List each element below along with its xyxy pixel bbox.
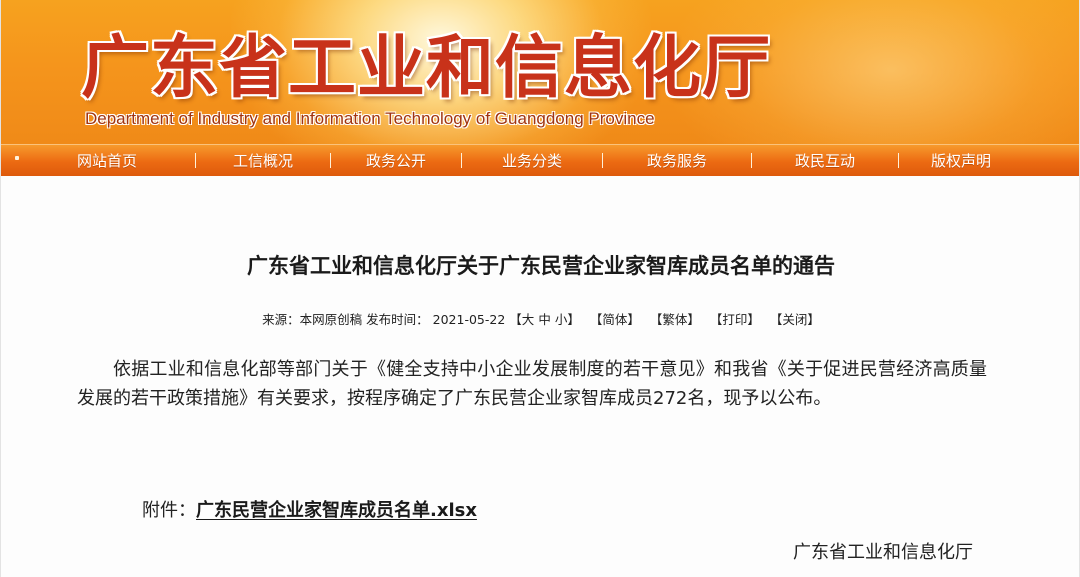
attachment-label: 附件： [142,500,196,521]
page: 广东省工业和信息化厅 Department of Industry and In… [0,0,1080,577]
source-label: 来源： [262,312,300,327]
simplified-chinese-button[interactable]: 【简体】 [590,312,640,327]
nav-item-copyright[interactable]: 版权声明 [899,150,1023,171]
site-title: 广东省工业和信息化厅 [81,29,772,108]
main-nav: 网站首页 工信概况 政务公开 业务分类 政务服务 政民互动 版权声明 [1,144,1079,176]
font-size-medium-button[interactable]: 中 [538,312,551,327]
traditional-chinese-button[interactable]: 【繁体】 [650,312,700,327]
print-button[interactable]: 【打印】 [710,312,760,327]
article-title: 广东省工业和信息化厅关于广东民营企业家智库成员名单的通告 [247,254,835,278]
publish-date: 2021-05-22 [432,312,506,327]
nav-item-gov-affairs-open[interactable]: 政务公开 [331,150,461,171]
article-meta: 来源：本网原创稿 发布时间： 2021-05-22 【大中小】 【简体】 【繁体】 【打印】… [1,311,1079,329]
nav-item-public-interaction[interactable]: 政民互动 [752,150,898,171]
nav-item-home[interactable]: 网站首页 [19,150,195,171]
nav-item-overview[interactable]: 工信概况 [196,150,330,171]
close-button[interactable]: 【关闭】 [770,312,820,327]
attachment-link[interactable]: 广东民营企业家智库成员名单.xlsx [196,500,477,521]
article-body: 依据工业和信息化部等部门关于《健全支持中小企业发展制度的若干意见》和我省《关于促… [77,359,987,409]
font-size-large-button[interactable]: 【大 [509,312,534,327]
publish-label: 发布时间： [366,312,429,327]
site-subtitle: Department of Industry and Information T… [85,109,655,128]
attachment-line: 附件：广东民营企业家智库成员名单.xlsx [142,498,477,524]
nav-item-business-categories[interactable]: 业务分类 [462,150,602,171]
signature: 广东省工业和信息化厅 [793,542,973,563]
font-size-small-button[interactable]: 小】 [555,312,580,327]
source-value: 本网原创稿 [299,312,363,327]
nav-item-gov-services[interactable]: 政务服务 [603,150,751,171]
site-banner: 广东省工业和信息化厅 Department of Industry and In… [1,0,1079,144]
